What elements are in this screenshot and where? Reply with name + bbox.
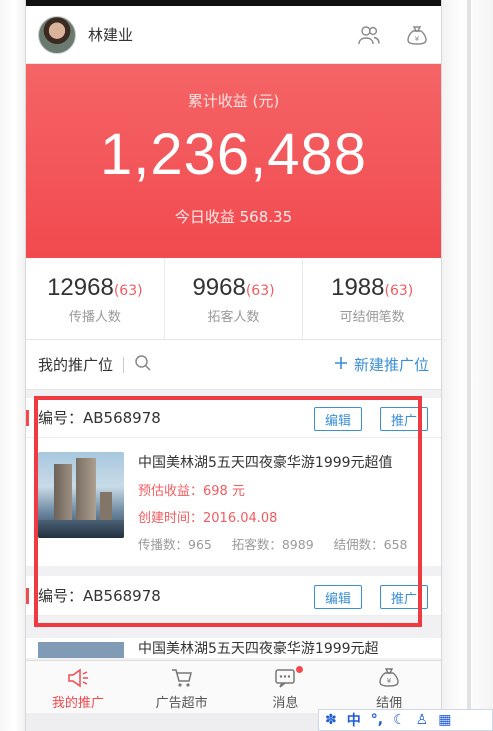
device-frame-left <box>0 0 26 731</box>
svg-text:¥: ¥ <box>387 677 392 685</box>
promote-button[interactable]: 推广 <box>380 407 428 431</box>
stat-delta: (63) <box>384 283 414 299</box>
new-promo-button[interactable]: 新建推广位 <box>334 354 429 375</box>
moon-icon[interactable]: ☾ <box>393 712 406 728</box>
stat-label: 传播人数 <box>68 310 121 325</box>
cart-icon <box>130 667 234 689</box>
promo-list: 编号：AB568978 编辑 推广 中国美林湖5五天四夜豪华游1999元超值 预… <box>26 390 441 658</box>
stat-label: 拓客人数 <box>207 310 260 325</box>
product-title: 中国美林湖5五天四夜豪华游1999元超 <box>138 641 379 657</box>
earnings-banner: 累计收益 (元) 1,236,488 今日收益 568.35 <box>26 64 441 258</box>
card-body: 中国美林湖5五天四夜豪华游1999元超值 预估收益：698 元 创建时间：201… <box>26 438 441 566</box>
desktop-stage: 林建业 ¥ 累计收益 (元) 1,236,488 今日收益 568.35 129… <box>0 0 493 731</box>
promo-toolbar: 我的推广位 新建推广位 <box>26 340 441 390</box>
megaphone-icon <box>26 667 130 689</box>
device-frame-right <box>441 0 493 731</box>
new-promo-label: 新建推广位 <box>353 356 429 374</box>
promo-code: 编号：AB568978 <box>38 587 161 605</box>
stat-value: 12968 <box>47 274 114 301</box>
card-info: 中国美林湖5五天四夜豪华游1999元超值 预估收益：698 元 创建时间：201… <box>138 452 441 566</box>
leads-count: 拓客数：8989 <box>231 537 314 552</box>
header-icons: ¥ <box>357 23 429 47</box>
money-bag-icon: ¥ <box>337 667 441 689</box>
created-date: 创建时间：2016.04.08 <box>138 511 278 526</box>
earnings-title: 累计收益 (元) <box>187 92 280 110</box>
app-header: 林建业 ¥ <box>26 6 441 64</box>
stat-delta: (63) <box>245 283 275 299</box>
promo-code: 编号：AB568978 <box>38 409 161 427</box>
stats-row: 12968(63) 传播人数 9968(63) 拓客人数 1988(63) 可结… <box>26 258 441 340</box>
commission-count: 结佣数：658 <box>333 537 408 552</box>
stat-commission[interactable]: 1988(63) 可结佣笔数 <box>303 258 441 339</box>
product-title: 中国美林湖5五天四夜豪华游1999元超值 <box>138 455 393 471</box>
earnings-today: 今日收益 568.35 <box>174 208 293 226</box>
search-icon[interactable] <box>134 354 152 376</box>
list-item[interactable]: 中国美林湖5五天四夜豪华游1999元超 <box>26 638 441 658</box>
promote-button[interactable]: 推广 <box>380 585 428 609</box>
tab-label: 广告超市 <box>155 696 208 711</box>
avatar[interactable] <box>38 15 76 54</box>
tab-ad-market[interactable]: 广告超市 <box>130 661 234 713</box>
paw-icon[interactable]: ✽ <box>325 712 337 728</box>
stat-delta: (63) <box>113 283 143 299</box>
tab-messages[interactable]: 消息 <box>234 661 338 713</box>
users-icon[interactable] <box>357 23 381 47</box>
divider <box>123 356 125 373</box>
username: 林建业 <box>88 26 134 44</box>
money-bag-icon[interactable]: ¥ <box>405 23 429 47</box>
stat-value: 9968 <box>192 274 246 301</box>
unread-badge <box>295 666 303 673</box>
bottom-tab-bar: 我的推广 广告超市 消息 ¥ 结佣 <box>26 660 441 713</box>
ime-toolbar: ✽ 中 °, ☾ ♙ ▦ <box>318 709 493 731</box>
earnings-total: 1,236,488 <box>99 122 368 187</box>
svg-text:¥: ¥ <box>415 35 420 43</box>
grid-icon[interactable]: ▦ <box>438 712 451 728</box>
plus-icon <box>334 356 348 374</box>
stat-spread[interactable]: 12968(63) 传播人数 <box>26 258 165 339</box>
section-title: 我的推广位 <box>38 356 114 374</box>
edit-button[interactable]: 编辑 <box>314 585 362 609</box>
promo-card[interactable]: 编号：AB568978 编辑 推广 <box>26 576 441 616</box>
card-header: 编号：AB568978 编辑 推广 <box>26 576 441 616</box>
tab-label: 我的推广 <box>51 696 104 711</box>
card-header: 编号：AB568978 编辑 推广 <box>26 398 441 438</box>
phone-screen: 林建业 ¥ 累计收益 (元) 1,236,488 今日收益 568.35 129… <box>26 6 441 713</box>
edit-button[interactable]: 编辑 <box>314 407 362 431</box>
user-icon[interactable]: ♙ <box>416 712 429 728</box>
tab-my-promotions[interactable]: 我的推广 <box>26 661 130 713</box>
promo-card[interactable]: 编号：AB568978 编辑 推广 中国美林湖5五天四夜豪华游1999元超值 预… <box>26 398 441 566</box>
spread-count: 传播数：965 <box>138 537 212 552</box>
stat-label: 可结佣笔数 <box>339 310 405 325</box>
property-thumbnail <box>38 452 124 538</box>
punctuation-icon[interactable]: °, <box>371 712 383 728</box>
tab-commission[interactable]: ¥ 结佣 <box>337 661 441 713</box>
property-thumbnail <box>38 642 124 658</box>
stat-value: 1988 <box>331 274 385 301</box>
estimated-earnings: 预估收益：698 元 <box>138 484 245 499</box>
card-stats: 传播数：965 拓客数：8989 结佣数：658 <box>138 534 441 553</box>
message-icon <box>234 667 338 689</box>
ime-mode[interactable]: 中 <box>347 710 361 730</box>
stat-leads[interactable]: 9968(63) 拓客人数 <box>165 258 304 339</box>
